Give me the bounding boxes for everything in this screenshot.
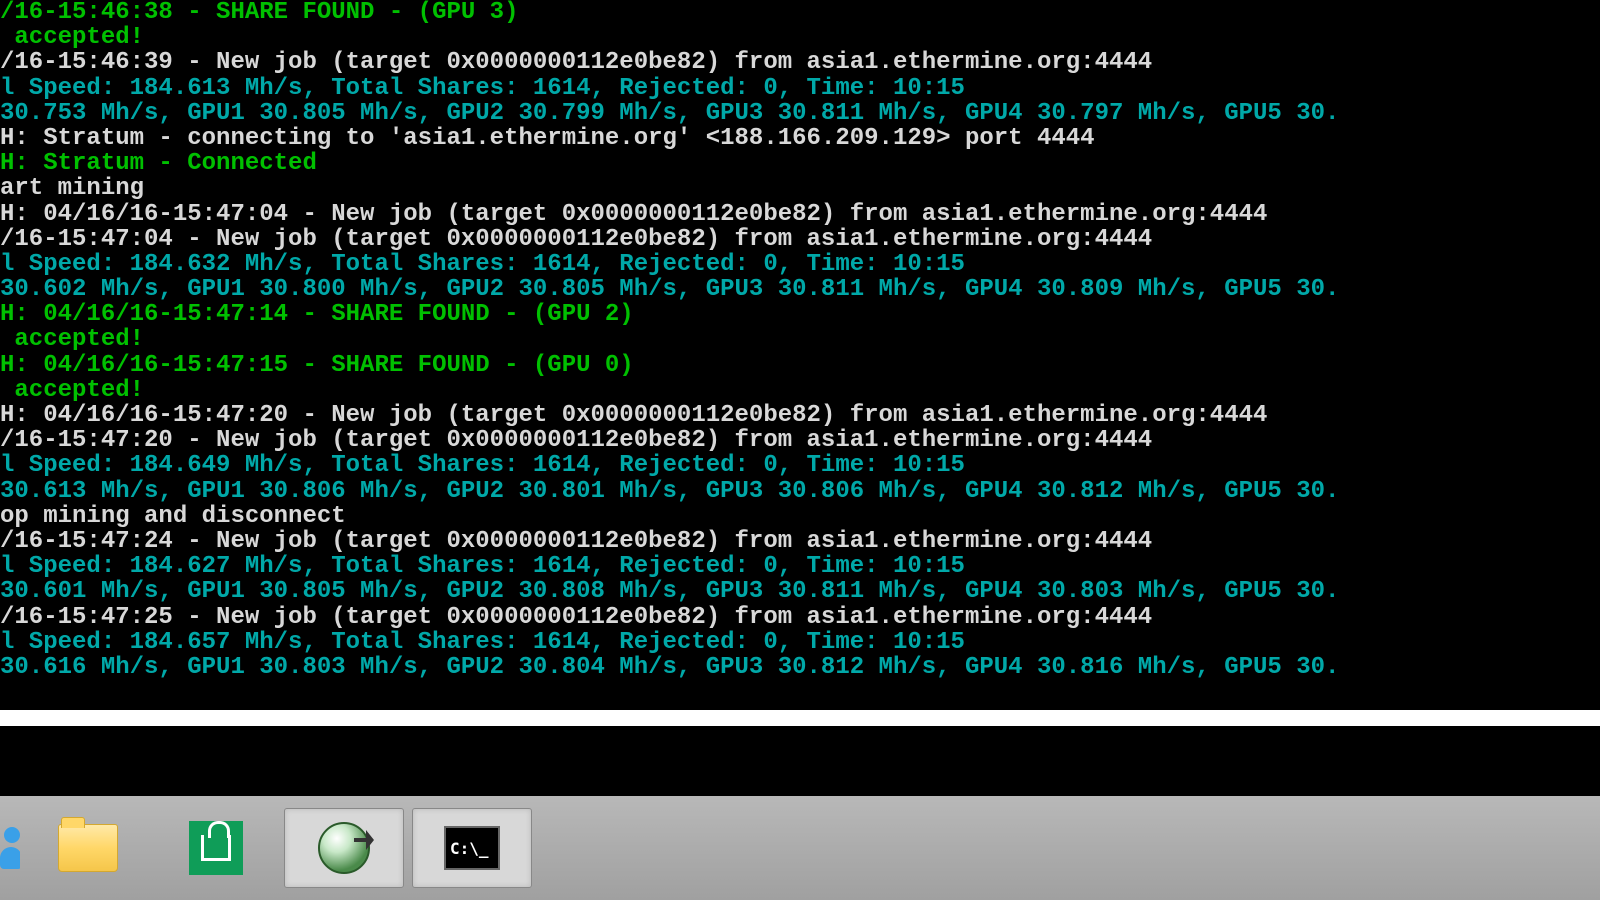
taskbar-item-app[interactable]: [284, 808, 404, 888]
person-icon: [2, 827, 20, 869]
log-line: l Speed: 184.657 Mh/s, Total Shares: 161…: [0, 630, 1600, 655]
log-line: /16-15:46:38 - SHARE FOUND - (GPU 3): [0, 0, 1600, 25]
log-line: H: Stratum - connecting to 'asia1.etherm…: [0, 126, 1600, 151]
log-line: H: 04/16/16-15:47:15 - SHARE FOUND - (GP…: [0, 353, 1600, 378]
taskbar-item-store[interactable]: [156, 808, 276, 888]
taskbar-item-file-explorer[interactable]: [28, 808, 148, 888]
log-line: /16-15:46:39 - New job (target 0x0000000…: [0, 50, 1600, 75]
log-line: l Speed: 184.627 Mh/s, Total Shares: 161…: [0, 554, 1600, 579]
log-line: 30.616 Mh/s, GPU1 30.803 Mh/s, GPU2 30.8…: [0, 655, 1600, 680]
cmd-icon-label: C:\_: [450, 839, 489, 858]
log-line: H: 04/16/16-15:47:14 - SHARE FOUND - (GP…: [0, 302, 1600, 327]
log-line: /16-15:47:04 - New job (target 0x0000000…: [0, 227, 1600, 252]
taskbar-item-people[interactable]: [0, 808, 20, 888]
log-line: /16-15:47:25 - New job (target 0x0000000…: [0, 605, 1600, 630]
cmd-icon: C:\_: [444, 826, 500, 870]
store-icon: [189, 821, 243, 875]
log-line: op mining and disconnect: [0, 504, 1600, 529]
log-line: /16-15:47:20 - New job (target 0x0000000…: [0, 428, 1600, 453]
globe-arrow-icon: [318, 822, 370, 874]
log-line: l Speed: 184.649 Mh/s, Total Shares: 161…: [0, 453, 1600, 478]
log-line: H: Stratum - Connected: [0, 151, 1600, 176]
taskbar-item-cmd[interactable]: C:\_: [412, 808, 532, 888]
log-line: 30.601 Mh/s, GPU1 30.805 Mh/s, GPU2 30.8…: [0, 579, 1600, 604]
terminal-output: /16-15:46:38 - SHARE FOUND - (GPU 3) acc…: [0, 0, 1600, 710]
log-line: accepted!: [0, 378, 1600, 403]
log-line: art mining: [0, 176, 1600, 201]
window-border: [0, 710, 1600, 726]
log-line: accepted!: [0, 327, 1600, 352]
log-line: H: 04/16/16-15:47:04 - New job (target 0…: [0, 202, 1600, 227]
log-line: 30.613 Mh/s, GPU1 30.806 Mh/s, GPU2 30.8…: [0, 479, 1600, 504]
log-line: H: 04/16/16-15:47:20 - New job (target 0…: [0, 403, 1600, 428]
log-line: l Speed: 184.613 Mh/s, Total Shares: 161…: [0, 76, 1600, 101]
folder-icon: [58, 824, 118, 872]
desktop-background[interactable]: [0, 726, 1600, 796]
taskbar[interactable]: C:\_: [0, 796, 1600, 900]
log-line: accepted!: [0, 25, 1600, 50]
log-line: /16-15:47:24 - New job (target 0x0000000…: [0, 529, 1600, 554]
log-line: 30.753 Mh/s, GPU1 30.805 Mh/s, GPU2 30.7…: [0, 101, 1600, 126]
log-line: l Speed: 184.632 Mh/s, Total Shares: 161…: [0, 252, 1600, 277]
log-line: 30.602 Mh/s, GPU1 30.800 Mh/s, GPU2 30.8…: [0, 277, 1600, 302]
